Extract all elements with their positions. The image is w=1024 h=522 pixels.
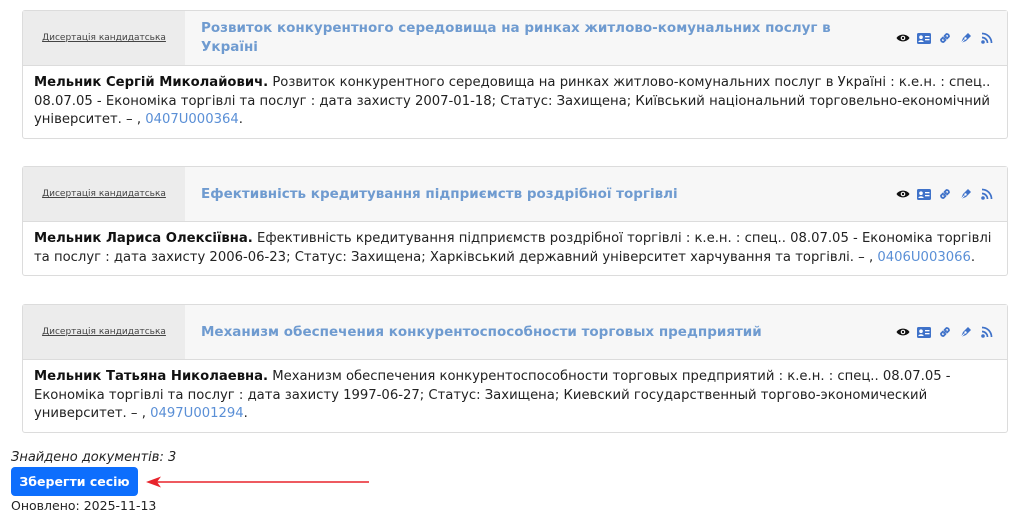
record-end: . — [243, 406, 248, 421]
link-icon[interactable] — [937, 324, 953, 340]
pen-icon[interactable] — [958, 30, 974, 46]
record-card: Дисертація кандидатська Механизм обеспеч… — [22, 304, 1008, 433]
record-type-link[interactable]: Дисертація кандидатська — [23, 305, 185, 359]
record-title-link[interactable]: Розвиток конкурентного середовища на рин… — [201, 19, 895, 57]
record-header: Дисертація кандидатська Ефективність кре… — [23, 167, 1007, 222]
record-title-link[interactable]: Механизм обеспечения конкурентоспособнос… — [201, 323, 895, 342]
record-description: Мельник Татьяна Николаевна. Механизм обе… — [23, 360, 1007, 432]
record-description: Мельник Лариса Олексіївна. Ефективність … — [23, 222, 1007, 275]
save-session-button[interactable]: Зберегти сесію — [11, 467, 138, 496]
id-card-icon[interactable] — [916, 324, 932, 340]
id-card-icon[interactable] — [916, 30, 932, 46]
record-author: Мельник Татьяна Николаевна. — [34, 369, 269, 384]
record-title-link[interactable]: Ефективність кредитування підприємств ро… — [201, 185, 895, 204]
arrow-indicator-icon — [146, 476, 369, 488]
record-actions — [895, 324, 995, 340]
eye-icon[interactable] — [895, 186, 911, 202]
link-icon[interactable] — [937, 186, 953, 202]
record-doc-link[interactable]: 0497U001294 — [150, 406, 244, 421]
record-end: . — [970, 249, 976, 265]
record-type-link[interactable]: Дисертація кандидатська — [23, 167, 185, 221]
updated-date: Оновлено: 2025-11-13 — [11, 498, 157, 513]
record-card: Дисертація кандидатська Ефективність кре… — [22, 166, 1008, 276]
record-type-link[interactable]: Дисертація кандидатська — [23, 11, 185, 65]
id-card-icon[interactable] — [916, 186, 932, 202]
record-card: Дисертація кандидатська Розвиток конкуре… — [22, 10, 1008, 139]
feed-icon[interactable] — [979, 186, 995, 202]
feed-icon[interactable] — [979, 324, 995, 340]
record-description: Мельник Сергій Миколайович. Розвиток кон… — [23, 66, 1007, 138]
pen-icon[interactable] — [958, 186, 974, 202]
record-title-bar: Механизм обеспечения конкурентоспособнос… — [185, 305, 1007, 359]
record-doc-link[interactable]: 0406U003066 — [877, 250, 971, 265]
record-end: . — [238, 112, 243, 127]
pen-icon[interactable] — [958, 324, 974, 340]
record-header: Дисертація кандидатська Механизм обеспеч… — [23, 305, 1007, 360]
record-actions — [895, 186, 995, 202]
record-title-bar: Ефективність кредитування підприємств ро… — [185, 167, 1007, 221]
feed-icon[interactable] — [979, 30, 995, 46]
record-author: Мельник Сергій Миколайович. — [34, 75, 269, 90]
record-header: Дисертація кандидатська Розвиток конкуре… — [23, 11, 1007, 66]
record-doc-link[interactable]: 0407U000364 — [145, 112, 239, 127]
record-title-bar: Розвиток конкурентного середовища на рин… — [185, 11, 1007, 65]
results-count: Знайдено документів: 3 — [11, 450, 177, 465]
record-author: Мельник Лариса Олексіївна. — [34, 231, 253, 246]
eye-icon[interactable] — [895, 324, 911, 340]
link-icon[interactable] — [937, 30, 953, 46]
record-actions — [895, 30, 995, 46]
eye-icon[interactable] — [895, 30, 911, 46]
